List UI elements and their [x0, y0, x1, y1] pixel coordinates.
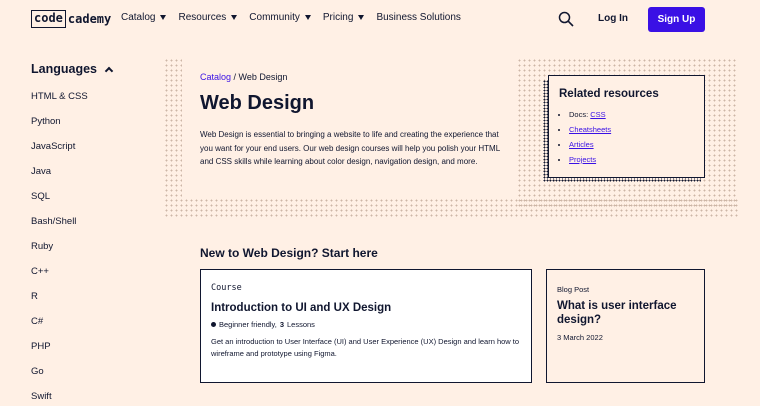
articles-link[interactable]: Articles	[569, 140, 594, 149]
course-title: Introduction to UI and UX Design	[211, 302, 392, 314]
sidebar-item-bash-shell[interactable]: Bash/Shell	[31, 215, 88, 240]
caret-down-icon	[304, 15, 311, 20]
sidebar-item-swift[interactable]: Swift	[31, 390, 88, 406]
sidebar-item-php[interactable]: PHP	[31, 340, 88, 365]
course-description: Get an introduction to User Interface (U…	[211, 337, 520, 358]
caret-down-icon	[160, 15, 167, 20]
sidebar-item-python[interactable]: Python	[31, 115, 88, 140]
blog-type-label: Blog Post	[557, 285, 590, 294]
blog-title: What is user interface design?	[557, 300, 677, 326]
projects-link[interactable]: Projects	[569, 155, 596, 164]
nav-business-solutions[interactable]: Business Solutions	[376, 12, 461, 23]
page-title: Web Design	[200, 92, 315, 114]
caret-down-icon	[231, 15, 238, 20]
codecademy-logo[interactable]: code cademy	[31, 10, 111, 28]
signup-button[interactable]: Sign Up	[648, 7, 705, 32]
sidebar-item-csharp[interactable]: C#	[31, 315, 88, 340]
related-resources-card: Related resources Docs: CSS Cheatsheets …	[548, 75, 705, 178]
course-lessons-label: Lessons	[286, 320, 315, 329]
blog-post-card[interactable]: Blog Post What is user interface design?…	[546, 269, 705, 383]
dot-pattern-left	[164, 58, 182, 218]
languages-toggle[interactable]: Languages	[31, 62, 114, 76]
sidebar-item-cpp[interactable]: C++	[31, 265, 88, 290]
nav-pricing-label: Pricing	[322, 12, 354, 23]
login-button[interactable]: Log In	[598, 13, 628, 24]
logo-code-box: code	[31, 10, 66, 28]
related-item-projects: Projects	[569, 155, 611, 170]
sidebar-item-ruby[interactable]: Ruby	[31, 240, 88, 265]
start-here-heading: New to Web Design? Start here	[200, 246, 378, 260]
nav-community-label: Community	[249, 12, 300, 23]
sidebar-item-javascript[interactable]: JavaScript	[31, 140, 88, 165]
course-card[interactable]: Course Introduction to UI and UX Design …	[200, 269, 532, 383]
logo-cademy: cademy	[67, 12, 112, 26]
nav-resources-label: Resources	[178, 12, 227, 23]
sidebar-item-r[interactable]: R	[31, 290, 88, 315]
nav-resources[interactable]: Resources	[178, 12, 238, 23]
docs-prefix: Docs:	[569, 110, 591, 119]
nav-catalog[interactable]: Catalog	[121, 12, 167, 23]
related-resources-title: Related resources	[559, 88, 659, 100]
nav-community[interactable]: Community	[249, 12, 311, 23]
languages-heading: Languages	[31, 62, 97, 76]
course-lessons-count: 3	[279, 320, 284, 329]
cheatsheets-link[interactable]: Cheatsheets	[569, 125, 611, 134]
related-resources-list: Docs: CSS Cheatsheets Articles Projects	[569, 110, 611, 170]
breadcrumb-current: Web Design	[238, 72, 288, 82]
top-navigation: code cademy Catalog Resources Community …	[0, 0, 760, 40]
search-icon[interactable]	[558, 11, 574, 27]
related-item-articles: Articles	[569, 140, 611, 155]
course-type-label: Course	[211, 283, 242, 293]
course-meta: Beginner friendly, 3 Lessons	[211, 320, 315, 329]
nav-catalog-label: Catalog	[121, 12, 156, 23]
chevron-up-icon	[104, 66, 114, 76]
breadcrumb-separator: /	[231, 72, 239, 82]
breadcrumb-catalog-link[interactable]: Catalog	[200, 72, 231, 82]
sidebar-item-go[interactable]: Go	[31, 365, 88, 390]
page-description: Web Design is essential to bringing a we…	[200, 130, 500, 166]
nav-pricing[interactable]: Pricing	[323, 12, 365, 23]
languages-list: HTML & CSS Python JavaScript Java SQL Ba…	[31, 90, 88, 406]
difficulty-dot-icon	[211, 322, 216, 327]
docs-css-link[interactable]: CSS	[590, 110, 605, 119]
related-item-docs: Docs: CSS	[569, 110, 611, 125]
sidebar-item-java[interactable]: Java	[31, 165, 88, 190]
related-item-cheatsheets: Cheatsheets	[569, 125, 611, 140]
sidebar-item-sql[interactable]: SQL	[31, 190, 88, 215]
nav-business-label: Business Solutions	[376, 12, 461, 23]
blog-date: 3 March 2022	[557, 333, 603, 342]
sidebar-item-html-css[interactable]: HTML & CSS	[31, 90, 88, 115]
course-level: Beginner friendly,	[219, 320, 277, 329]
breadcrumb: Catalog / Web Design	[200, 72, 287, 82]
main-nav: Catalog Resources Community Pricing Busi…	[121, 12, 461, 23]
caret-down-icon	[358, 15, 365, 20]
